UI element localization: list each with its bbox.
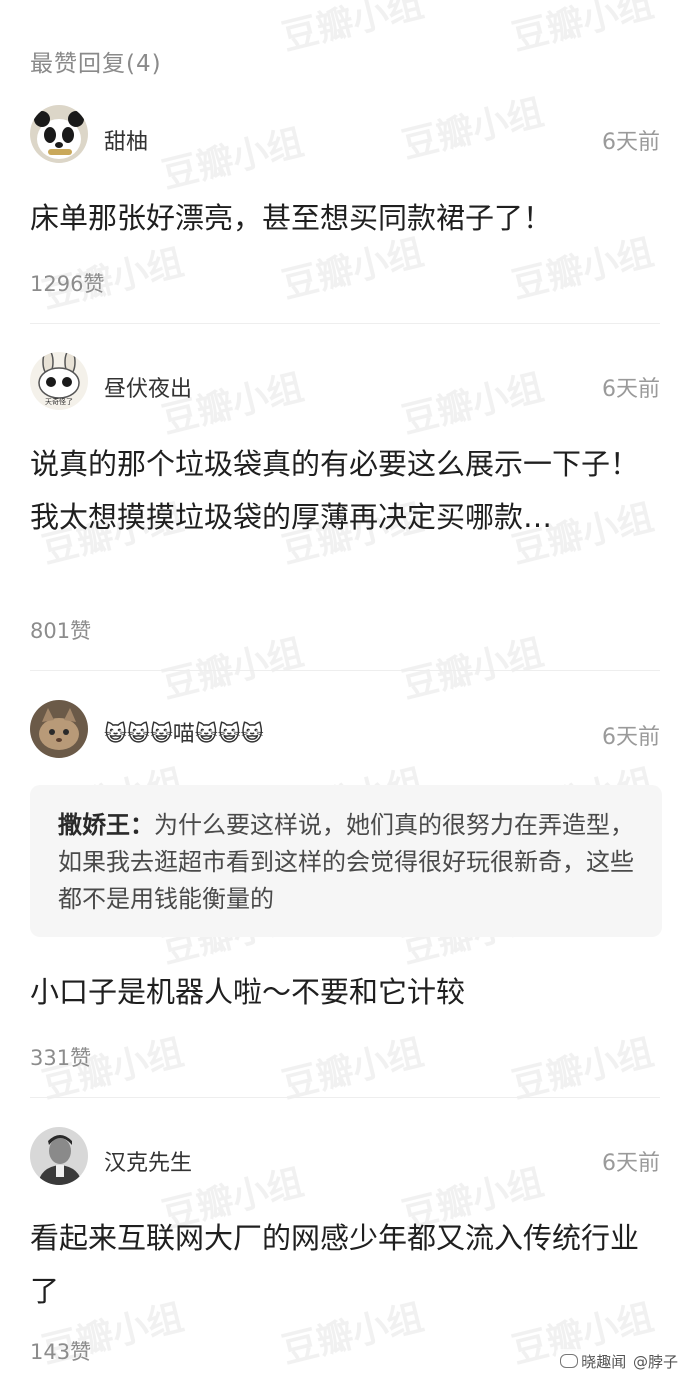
cat-photo-avatar-icon — [30, 700, 88, 758]
watermark: 豆瓣小组 — [398, 92, 548, 167]
timestamp: 6天前 — [602, 725, 660, 750]
source-watermark: 晓趣闻 @脖子 — [556, 1349, 682, 1374]
watermark: 豆瓣小组 — [508, 0, 658, 59]
watermark: 豆瓣小组 — [508, 1032, 658, 1107]
comment-text: 看起来互联网大厂的网感少年都又流入传统行业了 — [30, 1221, 640, 1308]
username[interactable]: 甜柚 — [104, 124, 148, 156]
avatar[interactable] — [30, 105, 88, 163]
chat-bubble-icon — [560, 1354, 579, 1368]
avatar[interactable]: 天奇怪了 — [30, 352, 88, 410]
watermark: 豆瓣小组 — [278, 1032, 428, 1107]
watermark: 豆瓣小组 — [278, 0, 428, 59]
like-count[interactable]: 331赞 — [30, 1042, 91, 1072]
panda-avatar-icon — [30, 105, 88, 163]
quoted-reply: 撒娇王：为什么要这样说，她们真的很努力在弄造型，如果我去逛超市看到这样的会觉得很… — [30, 785, 662, 937]
username[interactable]: 😺😺😺喵😺😺😺 — [104, 716, 264, 748]
divider — [30, 670, 660, 671]
comment-text: 床单那张好漂亮，甚至想买同款裙子了！ — [30, 201, 553, 235]
comment-text: 小口子是机器人啦～不要和它计较 — [30, 975, 466, 1009]
quote-content: 撒娇王：为什么要这样说，她们真的很努力在弄造型，如果我去逛超市看到这样的会觉得很… — [58, 807, 648, 918]
watermark: 豆瓣小组 — [398, 367, 548, 442]
comment-text: 说真的那个垃圾袋真的有必要这么展示一下子！我太想摸摸垃圾袋的厚薄再决定买哪款… — [30, 447, 640, 534]
source-name: 晓趣闻 — [581, 1353, 627, 1371]
quote-author[interactable]: 撒娇王： — [58, 811, 154, 839]
divider — [30, 323, 660, 324]
avatar-caption: 天奇怪了 — [45, 398, 73, 406]
avatar[interactable] — [30, 1127, 88, 1185]
watermark: 豆瓣小组 — [158, 122, 308, 197]
timestamp: 6天前 — [602, 377, 660, 402]
man-photo-avatar-icon — [30, 1127, 88, 1185]
username[interactable]: 汉克先生 — [104, 1145, 192, 1177]
timestamp: 6天前 — [602, 130, 660, 155]
timestamp: 6天前 — [602, 1151, 660, 1176]
username[interactable]: 昼伏夜出 — [104, 371, 192, 403]
watermark: 豆瓣小组 — [158, 632, 308, 707]
divider — [30, 1097, 660, 1098]
like-count[interactable]: 1296赞 — [30, 268, 104, 298]
avatar[interactable] — [30, 700, 88, 758]
section-title: 最赞回复(4) — [30, 51, 162, 77]
like-count[interactable]: 143赞 — [30, 1336, 91, 1366]
source-handle: @脖子 — [632, 1353, 678, 1371]
like-count[interactable]: 801赞 — [30, 615, 91, 645]
watermark: 豆瓣小组 — [398, 632, 548, 707]
